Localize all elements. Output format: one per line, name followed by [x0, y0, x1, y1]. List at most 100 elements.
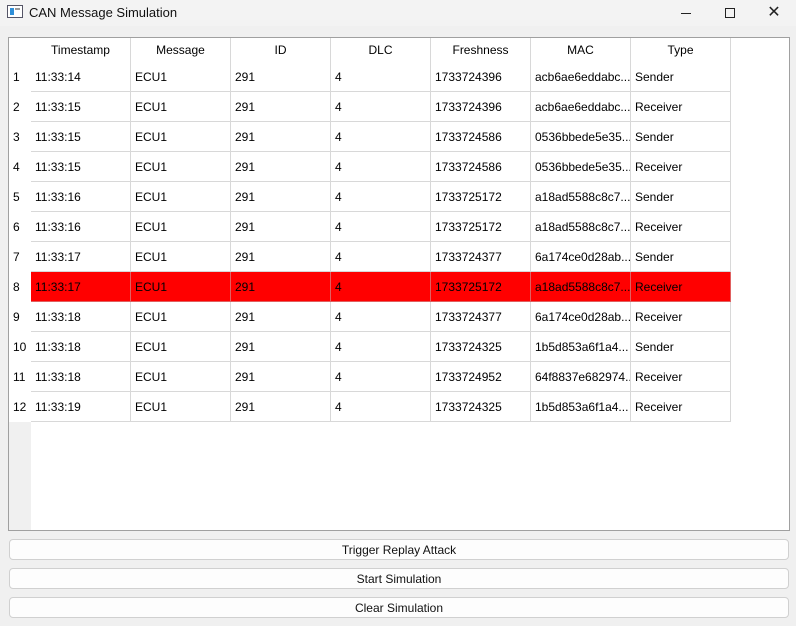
table-cell-mac[interactable]: a18ad5588c8c7...: [531, 182, 631, 212]
table-cell-message[interactable]: ECU1: [131, 332, 231, 362]
table-cell-type[interactable]: Sender: [631, 62, 731, 92]
table-cell-mac[interactable]: 0536bbede5e35...: [531, 152, 631, 182]
trigger-replay-attack-button[interactable]: Trigger Replay Attack: [9, 539, 789, 560]
table-cell-freshness[interactable]: 1733725172: [431, 212, 531, 242]
table-cell-dlc[interactable]: 4: [331, 272, 431, 302]
table-cell-message[interactable]: ECU1: [131, 62, 231, 92]
close-button[interactable]: ✕: [752, 0, 796, 26]
table-cell-freshness[interactable]: 1733725172: [431, 182, 531, 212]
table-cell-id[interactable]: 291: [231, 392, 331, 422]
table-cell-type[interactable]: Receiver: [631, 302, 731, 332]
table-cell-message[interactable]: ECU1: [131, 152, 231, 182]
table-cell-mac[interactable]: 1b5d853a6f1a4...: [531, 332, 631, 362]
column-header-mac[interactable]: MAC: [531, 38, 631, 62]
maximize-button[interactable]: [708, 0, 752, 26]
table-cell-mac[interactable]: 0536bbede5e35...: [531, 122, 631, 152]
table-cell-mac[interactable]: 1b5d853a6f1a4...: [531, 392, 631, 422]
table-cell-id[interactable]: 291: [231, 272, 331, 302]
table-cell-timestamp[interactable]: 11:33:18: [31, 332, 131, 362]
row-header[interactable]: 7: [9, 242, 31, 272]
table-cell-type[interactable]: Sender: [631, 242, 731, 272]
table-cell-id[interactable]: 291: [231, 332, 331, 362]
table-row-highlighted[interactable]: 8 11:33:17 ECU1 291 4 1733725172 a18ad5588c8c7…: [9, 272, 731, 302]
row-header[interactable]: 11: [9, 362, 31, 392]
table-cell-freshness[interactable]: 1733724396: [431, 62, 531, 92]
row-header[interactable]: 6: [9, 212, 31, 242]
table-cell-type[interactable]: Receiver: [631, 92, 731, 122]
table-row[interactable]: 12 11:33:19 ECU1 291 4 1733724325 1b5d853a6f1a…: [9, 392, 731, 422]
table-cell-mac[interactable]: a18ad5588c8c7...: [531, 272, 631, 302]
table-cell-dlc[interactable]: 4: [331, 332, 431, 362]
column-header-timestamp[interactable]: Timestamp: [31, 38, 131, 62]
table-cell-timestamp[interactable]: 11:33:15: [31, 152, 131, 182]
row-header[interactable]: 2: [9, 92, 31, 122]
table-cell-timestamp[interactable]: 11:33:19: [31, 392, 131, 422]
table-cell-mac[interactable]: 6a174ce0d28ab...: [531, 242, 631, 272]
table-cell-mac[interactable]: acb6ae6eddabc...: [531, 62, 631, 92]
table-cell-timestamp[interactable]: 11:33:17: [31, 272, 131, 302]
table-cell-type[interactable]: Sender: [631, 122, 731, 152]
table-row[interactable]: 3 11:33:15 ECU1 291 4 1733724586 0536bbede5e35…: [9, 122, 731, 152]
table-cell-timestamp[interactable]: 11:33:17: [31, 242, 131, 272]
table-cell-type[interactable]: Receiver: [631, 392, 731, 422]
table-cell-message[interactable]: ECU1: [131, 362, 231, 392]
column-header-freshness[interactable]: Freshness: [431, 38, 531, 62]
table-cell-id[interactable]: 291: [231, 92, 331, 122]
table-cell-id[interactable]: 291: [231, 62, 331, 92]
table-cell-message[interactable]: ECU1: [131, 272, 231, 302]
table-cell-id[interactable]: 291: [231, 302, 331, 332]
table-cell-message[interactable]: ECU1: [131, 302, 231, 332]
start-simulation-button[interactable]: Start Simulation: [9, 568, 789, 589]
table-cell-timestamp[interactable]: 11:33:16: [31, 212, 131, 242]
row-header[interactable]: 4: [9, 152, 31, 182]
clear-simulation-button[interactable]: Clear Simulation: [9, 597, 789, 618]
column-header-dlc[interactable]: DLC: [331, 38, 431, 62]
table-cell-timestamp[interactable]: 11:33:15: [31, 122, 131, 152]
table-cell-freshness[interactable]: 1733724325: [431, 392, 531, 422]
table-cell-freshness[interactable]: 1733724586: [431, 122, 531, 152]
table-cell-freshness[interactable]: 1733724377: [431, 302, 531, 332]
table-cell-type[interactable]: Receiver: [631, 362, 731, 392]
table-cell-mac[interactable]: 6a174ce0d28ab...: [531, 302, 631, 332]
can-message-table[interactable]: Timestamp Message ID DLC Freshness MAC Type 11…: [8, 37, 790, 531]
table-cell-mac[interactable]: acb6ae6eddabc...: [531, 92, 631, 122]
table-cell-dlc[interactable]: 4: [331, 122, 431, 152]
table-row[interactable]: 10 11:33:18 ECU1 291 4 1733724325 1b5d853a6f1a…: [9, 332, 731, 362]
table-cell-timestamp[interactable]: 11:33:14: [31, 62, 131, 92]
row-header[interactable]: 5: [9, 182, 31, 212]
table-cell-message[interactable]: ECU1: [131, 212, 231, 242]
table-cell-dlc[interactable]: 4: [331, 152, 431, 182]
row-header[interactable]: 10: [9, 332, 31, 362]
table-cell-type[interactable]: Sender: [631, 332, 731, 362]
table-cell-dlc[interactable]: 4: [331, 92, 431, 122]
table-row[interactable]: 11 11:33:18 ECU1 291 4 1733724952 64f8837e6829…: [9, 362, 731, 392]
table-cell-type[interactable]: Receiver: [631, 212, 731, 242]
table-cell-dlc[interactable]: 4: [331, 242, 431, 272]
table-cell-dlc[interactable]: 4: [331, 212, 431, 242]
table-cell-message[interactable]: ECU1: [131, 92, 231, 122]
row-header[interactable]: 8: [9, 272, 31, 302]
table-cell-timestamp[interactable]: 11:33:15: [31, 92, 131, 122]
row-header[interactable]: 12: [9, 392, 31, 422]
column-header-id[interactable]: ID: [231, 38, 331, 62]
column-header-message[interactable]: Message: [131, 38, 231, 62]
table-cell-dlc[interactable]: 4: [331, 302, 431, 332]
table-cell-id[interactable]: 291: [231, 182, 331, 212]
row-header[interactable]: 9: [9, 302, 31, 332]
table-row[interactable]: 1 11:33:14 ECU1 291 4 1733724396 acb6ae6eddabc…: [9, 62, 731, 92]
table-cell-timestamp[interactable]: 11:33:18: [31, 362, 131, 392]
table-row[interactable]: 4 11:33:15 ECU1 291 4 1733724586 0536bbede5e35…: [9, 152, 731, 182]
table-row[interactable]: 7 11:33:17 ECU1 291 4 1733724377 6a174ce0d28ab…: [9, 242, 731, 272]
table-cell-type[interactable]: Receiver: [631, 152, 731, 182]
row-header[interactable]: 3: [9, 122, 31, 152]
table-cell-freshness[interactable]: 1733725172: [431, 272, 531, 302]
table-cell-freshness[interactable]: 1733724586: [431, 152, 531, 182]
table-cell-id[interactable]: 291: [231, 122, 331, 152]
column-header-type[interactable]: Type: [631, 38, 731, 62]
table-cell-freshness[interactable]: 1733724325: [431, 332, 531, 362]
table-cell-id[interactable]: 291: [231, 242, 331, 272]
table-cell-dlc[interactable]: 4: [331, 362, 431, 392]
table-cell-type[interactable]: Receiver: [631, 272, 731, 302]
table-cell-type[interactable]: Sender: [631, 182, 731, 212]
table-cell-message[interactable]: ECU1: [131, 182, 231, 212]
